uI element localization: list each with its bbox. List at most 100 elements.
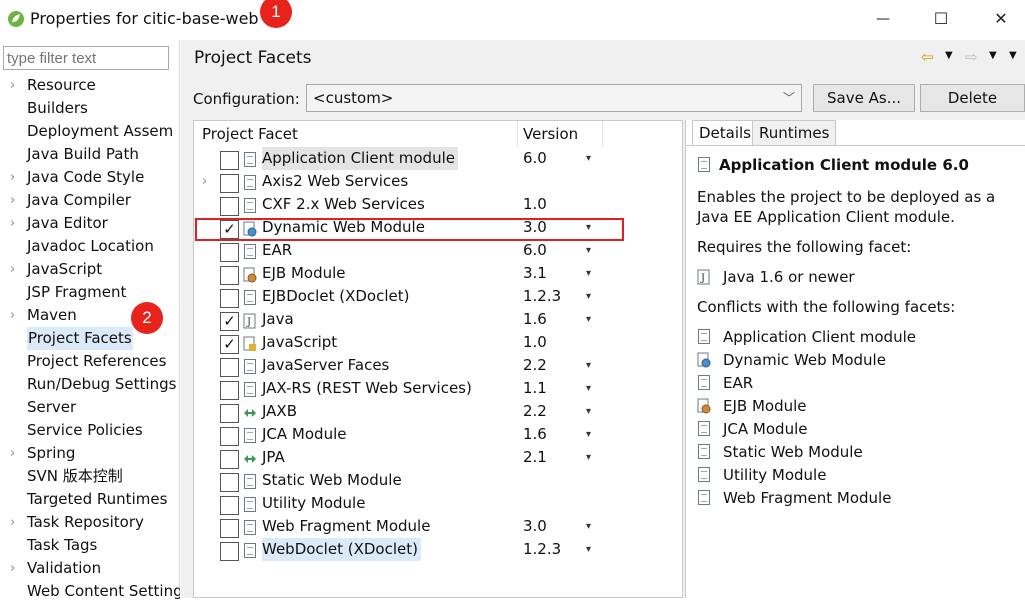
facet-version[interactable]: 1.2.3 (523, 538, 561, 561)
version-dropdown-icon[interactable]: ▾ (586, 515, 591, 538)
facet-row[interactable]: ✓ J Java 1.6 ▾ (194, 308, 682, 331)
facet-version[interactable]: 3.1 (523, 262, 547, 285)
version-dropdown-icon[interactable]: ▾ (586, 308, 591, 331)
facet-checkbox[interactable] (220, 151, 239, 170)
facet-checkbox[interactable] (220, 404, 239, 423)
chevron-right-icon[interactable]: › (10, 304, 15, 327)
nav-item[interactable]: › Java Code Style (0, 166, 180, 189)
forward-menu-chevron-icon[interactable]: ▼ (989, 50, 997, 61)
facet-row[interactable]: JAXB 2.2 ▾ (194, 400, 682, 423)
facet-checkbox[interactable]: ✓ (220, 335, 239, 354)
facet-row[interactable]: CXF 2.x Web Services 1.0 (194, 193, 682, 216)
version-dropdown-icon[interactable]: ▾ (586, 262, 591, 285)
view-menu-icon[interactable]: ▼ (1009, 50, 1017, 61)
back-arrow-icon[interactable]: ⇦ (921, 48, 934, 66)
facet-checkbox[interactable] (220, 266, 239, 285)
facet-checkbox[interactable] (220, 174, 239, 193)
column-header-facet[interactable]: Project Facet (202, 125, 298, 143)
facet-checkbox[interactable] (220, 542, 239, 561)
facet-version[interactable]: 6.0 (523, 147, 547, 170)
facet-checkbox[interactable] (220, 427, 239, 446)
nav-item[interactable]: Task Tags (0, 534, 180, 557)
facet-row[interactable]: WebDoclet (XDoclet) 1.2.3 ▾ (194, 538, 682, 561)
chevron-right-icon[interactable]: › (10, 258, 15, 281)
forward-arrow-icon[interactable]: ⇨ (965, 48, 978, 66)
facet-row[interactable]: EJBDoclet (XDoclet) 1.2.3 ▾ (194, 285, 682, 308)
nav-item[interactable]: Java Build Path (0, 143, 180, 166)
facet-row[interactable]: ✓ JavaScript 1.0 (194, 331, 682, 354)
configuration-select[interactable]: <custom> ﹀ (306, 84, 802, 112)
version-dropdown-icon[interactable]: ▾ (586, 285, 591, 308)
version-dropdown-icon[interactable]: ▾ (586, 400, 591, 423)
facet-version[interactable]: 2.2 (523, 400, 547, 423)
delete-button[interactable]: Delete (920, 84, 1025, 112)
facet-checkbox[interactable] (220, 496, 239, 515)
column-header-version[interactable]: Version (523, 125, 578, 143)
nav-item[interactable]: › Resource (0, 74, 180, 97)
version-dropdown-icon[interactable]: ▾ (586, 377, 591, 400)
nav-item[interactable]: Builders (0, 97, 180, 120)
close-button[interactable]: ✕ (978, 4, 1024, 34)
facet-checkbox[interactable] (220, 381, 239, 400)
facet-row[interactable]: JPA 2.1 ▾ (194, 446, 682, 469)
facet-row[interactable]: JAX-RS (REST Web Services) 1.1 ▾ (194, 377, 682, 400)
facet-row[interactable]: › Axis2 Web Services (194, 170, 682, 193)
version-dropdown-icon[interactable]: ▾ (586, 538, 591, 561)
version-dropdown-icon[interactable]: ▾ (586, 147, 591, 170)
nav-item[interactable]: SVN 版本控制 (0, 465, 180, 488)
facet-version[interactable]: 2.2 (523, 354, 547, 377)
nav-item[interactable]: Project References (0, 350, 180, 373)
facet-row[interactable]: Application Client module 6.0 ▾ (194, 147, 682, 170)
back-menu-chevron-icon[interactable]: ▼ (945, 50, 953, 61)
facet-checkbox[interactable] (220, 519, 239, 538)
facet-version[interactable]: 1.6 (523, 308, 547, 331)
facet-row[interactable]: JCA Module 1.6 ▾ (194, 423, 682, 446)
chevron-right-icon[interactable]: › (10, 212, 15, 235)
version-dropdown-icon[interactable]: ▾ (586, 354, 591, 377)
nav-item[interactable]: › Java Editor (0, 212, 180, 235)
facet-checkbox[interactable] (220, 289, 239, 308)
nav-item[interactable]: › Validation (0, 557, 180, 580)
save-as-button[interactable]: Save As... (813, 84, 915, 112)
facet-checkbox[interactable] (220, 197, 239, 216)
filter-input[interactable] (3, 46, 169, 70)
chevron-right-icon[interactable]: › (10, 74, 15, 97)
facet-checkbox[interactable] (220, 473, 239, 492)
minimize-button[interactable]: — (860, 4, 906, 34)
facet-version[interactable]: 1.1 (523, 377, 547, 400)
facet-version[interactable]: 1.2.3 (523, 285, 561, 308)
facet-row[interactable]: EJB Module 3.1 ▾ (194, 262, 682, 285)
chevron-right-icon[interactable]: › (10, 511, 15, 534)
chevron-right-icon[interactable]: › (10, 189, 15, 212)
facet-version[interactable]: 1.0 (523, 193, 547, 216)
facet-row[interactable]: EAR 6.0 ▾ (194, 239, 682, 262)
version-dropdown-icon[interactable]: ▾ (586, 239, 591, 262)
nav-item[interactable]: › Task Repository (0, 511, 180, 534)
chevron-right-icon[interactable]: › (10, 442, 15, 465)
nav-item[interactable]: Service Policies (0, 419, 180, 442)
nav-item[interactable]: Run/Debug Settings (0, 373, 180, 396)
facet-row[interactable]: JavaServer Faces 2.2 ▾ (194, 354, 682, 377)
nav-item[interactable]: › JavaScript (0, 258, 180, 281)
facet-checkbox[interactable] (220, 450, 239, 469)
facet-version[interactable]: 6.0 (523, 239, 547, 262)
tab-details[interactable]: Details (692, 120, 759, 146)
maximize-button[interactable]: ☐ (918, 4, 964, 34)
facet-version[interactable]: 3.0 (523, 515, 547, 538)
nav-item[interactable]: Javadoc Location (0, 235, 180, 258)
facet-checkbox[interactable] (220, 243, 239, 262)
nav-item[interactable]: Web Content Settings (0, 580, 180, 603)
tab-runtimes[interactable]: Runtimes (752, 120, 837, 146)
nav-item[interactable]: › Spring (0, 442, 180, 465)
facet-version[interactable]: 2.1 (523, 446, 547, 469)
facet-version[interactable]: 1.6 (523, 423, 547, 446)
facet-row[interactable]: Web Fragment Module 3.0 ▾ (194, 515, 682, 538)
nav-item[interactable]: JSP Fragment (0, 281, 180, 304)
nav-item[interactable]: Targeted Runtimes (0, 488, 180, 511)
nav-item[interactable]: › Java Compiler (0, 189, 180, 212)
chevron-right-icon[interactable]: › (10, 166, 15, 189)
nav-item[interactable]: Deployment Assem (0, 120, 180, 143)
chevron-right-icon[interactable]: › (10, 557, 15, 580)
facet-version[interactable]: 1.0 (523, 331, 547, 354)
version-dropdown-icon[interactable]: ▾ (586, 446, 591, 469)
